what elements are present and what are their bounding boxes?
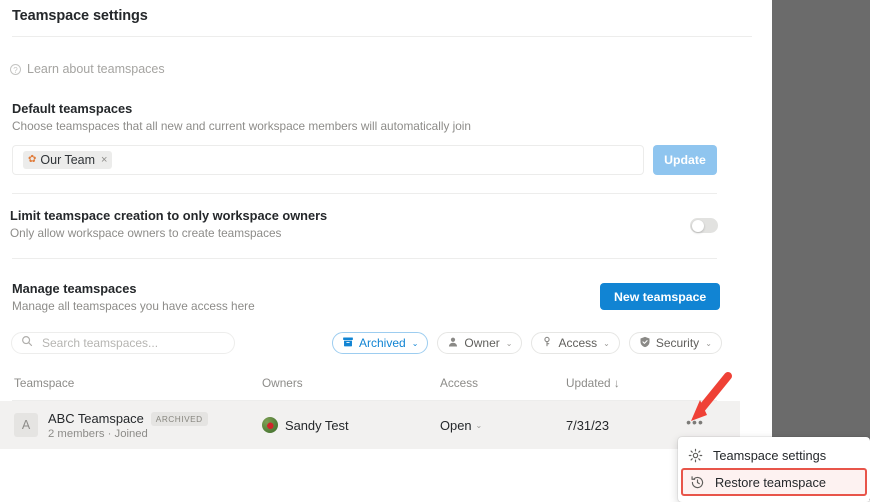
chevron-down-icon: ⌄ xyxy=(475,421,483,430)
search-icon xyxy=(21,334,33,352)
column-header-access: Access xyxy=(440,376,479,390)
column-header-updated[interactable]: Updated ↓ xyxy=(566,376,620,390)
column-header-teamspace: Teamspace xyxy=(14,376,75,390)
chevron-down-icon: ⌄ xyxy=(411,338,419,348)
learn-label: Learn about teamspaces xyxy=(27,62,165,76)
settings-page: Teamspace settings ? Learn about teamspa… xyxy=(0,0,772,500)
person-icon xyxy=(447,336,459,351)
section-divider-1 xyxy=(12,193,717,194)
menu-item-label: Restore teamspace xyxy=(715,474,826,490)
dimmed-overlay xyxy=(772,0,870,500)
menu-item-label: Teamspace settings xyxy=(713,447,827,463)
row-context-menu: Teamspace settings Restore teamspace xyxy=(678,437,870,502)
filter-chip-owner-label: Owner xyxy=(464,336,500,350)
access-value: Open xyxy=(440,418,472,433)
chevron-down-icon: ⌄ xyxy=(705,338,712,348)
update-button[interactable]: Update xyxy=(653,145,717,175)
teamspace-chip-label: Our Team xyxy=(40,153,96,167)
question-circle-icon: ? xyxy=(10,63,21,75)
default-teamspaces-subtitle: Choose teamspaces that all new and curre… xyxy=(12,119,471,133)
flower-icon: ✿ xyxy=(28,154,37,165)
key-icon xyxy=(541,336,553,351)
limit-creation-subtitle: Only allow workspace owners to create te… xyxy=(10,226,282,240)
avatar xyxy=(262,417,278,433)
teamspace-chip[interactable]: ✿ Our Team × xyxy=(23,151,113,169)
column-header-owners: Owners xyxy=(262,376,303,390)
menu-item-teamspace-settings[interactable]: Teamspace settings xyxy=(678,442,870,468)
search-teamspaces-box[interactable] xyxy=(11,332,235,354)
page-title: Teamspace settings xyxy=(12,8,148,24)
limit-creation-toggle[interactable] xyxy=(690,218,718,233)
filter-chip-security[interactable]: Security ⌄ xyxy=(628,332,722,354)
filter-chip-access[interactable]: Access ⌄ xyxy=(531,332,620,354)
filter-chip-owner[interactable]: Owner ⌄ xyxy=(437,332,523,354)
header-divider xyxy=(12,36,752,37)
limit-creation-title: Limit teamspace creation to only workspa… xyxy=(10,208,328,223)
section-divider-2 xyxy=(12,258,717,259)
manage-teamspaces-section: Manage teamspaces Manage all teamspaces … xyxy=(12,281,255,313)
shield-check-icon xyxy=(639,336,651,351)
default-teamspaces-section: Default teamspaces Choose teamspaces tha… xyxy=(12,101,471,133)
filter-chips: Archived ⌄ Owner ⌄ Access ⌄ Security ⌄ xyxy=(332,332,722,354)
chevron-down-icon: ⌄ xyxy=(505,338,513,348)
owner-cell: Sandy Test xyxy=(262,417,349,433)
row-more-options-button[interactable]: ••• xyxy=(685,415,705,433)
chevron-down-icon: ⌄ xyxy=(603,338,610,348)
new-teamspace-button[interactable]: New teamspace xyxy=(600,283,721,310)
clock-restore-icon xyxy=(690,475,705,490)
owner-name: Sandy Test xyxy=(285,417,349,433)
filter-chip-access-label: Access xyxy=(558,336,598,350)
teamspace-avatar: A xyxy=(14,413,38,437)
access-dropdown[interactable]: Open ⌄ xyxy=(440,418,482,433)
updated-date: 7/31/23 xyxy=(566,418,610,433)
manage-teamspaces-subtitle: Manage all teamspaces you have access he… xyxy=(12,299,255,313)
default-teamspaces-input[interactable]: ✿ Our Team × xyxy=(12,145,644,175)
limit-creation-section: Limit teamspace creation to only workspa… xyxy=(10,208,327,240)
teamspace-meta: 2 members · Joined xyxy=(48,428,148,440)
remove-chip-icon[interactable]: × xyxy=(101,154,107,166)
default-teamspaces-title: Default teamspaces xyxy=(12,101,133,116)
status-badge: ARCHIVED xyxy=(150,411,208,426)
learn-about-teamspaces-link[interactable]: ? Learn about teamspaces xyxy=(10,62,165,76)
filter-chip-archived-label: Archived xyxy=(359,336,406,350)
teamspace-name: ABC Teamspace xyxy=(48,411,144,426)
menu-item-restore-teamspace[interactable]: Restore teamspace xyxy=(681,468,867,496)
filter-chip-security-label: Security xyxy=(655,336,700,350)
table-row[interactable]: A ABC Teamspace ARCHIVED 2 members · Joi… xyxy=(0,401,740,449)
search-input[interactable] xyxy=(40,335,224,351)
manage-teamspaces-title: Manage teamspaces xyxy=(12,281,137,296)
archive-box-icon xyxy=(342,336,354,351)
gear-icon xyxy=(688,448,703,463)
filter-chip-archived[interactable]: Archived ⌄ xyxy=(332,332,429,354)
teamspace-name-line: ABC Teamspace ARCHIVED xyxy=(48,411,208,426)
toggle-knob xyxy=(691,219,704,232)
